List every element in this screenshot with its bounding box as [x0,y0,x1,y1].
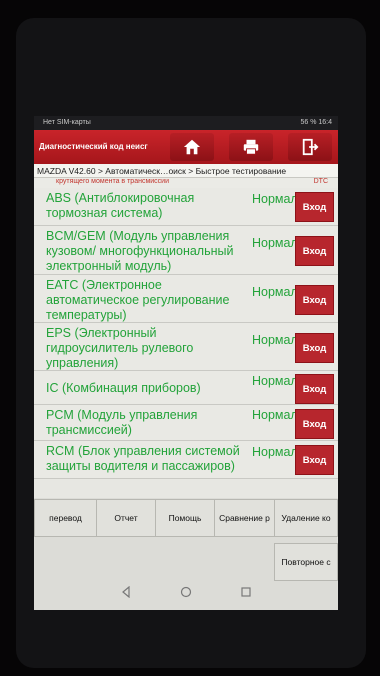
module-name: EPS (Электронный гидроусилитель рулевого… [46,326,194,370]
home-icon [183,139,201,155]
module-name: BCM/GEM (Модуль управления кузовом/ мног… [46,229,234,273]
subheader-text: крутящего момента в трансмиссии [56,178,169,185]
exit-icon [302,138,319,156]
module-status: Нормально [252,192,319,206]
list-item: RCM (Блок управления системой защиты вод… [34,441,338,479]
module-name: EATC (Электронное автоматическое регулир… [46,278,230,322]
status-bar: Нет SIM-карты 56 % 16:4 [34,116,338,130]
list-item: BCM/GEM (Модуль управления кузовом/ мног… [34,226,338,275]
enter-button[interactable]: Вход [295,285,334,315]
module-status: Нормально [252,333,319,347]
home-button[interactable] [170,133,214,161]
exit-button[interactable] [288,133,332,161]
page-title: Диагностический код неисг [39,142,148,151]
module-name: PCM (Модуль управления трансмиссией) [46,408,198,437]
retest-button[interactable]: Повторное с [274,543,338,581]
module-status: Нормально [252,236,319,250]
carrier-text: Нет SIM-карты [43,119,91,126]
app-screen: Нет SIM-карты 56 % 16:4 Диагностический … [34,116,338,610]
module-name: IC (Комбинация приборов) [46,381,201,395]
battery-clock: 56 % 16:4 [300,119,332,126]
module-status: Нормально [252,445,319,459]
list-item: ABS (Антиблокировочная тормозная система… [34,188,338,226]
module-name: RCM (Блок управления системой защиты вод… [46,444,240,473]
enter-button[interactable]: Вход [295,333,334,363]
enter-button[interactable]: Вход [295,374,334,404]
clear-codes-button[interactable]: Удаление ко [274,499,338,537]
toolbar: Диагностический код неисг [34,130,338,164]
enter-button[interactable]: Вход [295,236,334,266]
module-status: Нормально [252,285,319,299]
list-item: IC (Комбинация приборов) Нормально Вход [34,371,338,405]
breadcrumb: MAZDA V42.60 > Автоматическ…оиск > Быстр… [34,164,338,178]
list-item: EPS (Электронный гидроусилитель рулевого… [34,323,338,371]
help-button[interactable]: Помощь [155,499,215,537]
module-status: Нормально [252,408,319,422]
print-icon [243,139,259,155]
list-item: EATC (Электронное автоматическое регулир… [34,275,338,323]
compare-button[interactable]: Сравнение р [214,499,275,537]
module-name: ABS (Антиблокировочная тормозная система… [46,191,195,220]
report-button[interactable]: Отчет [96,499,156,537]
list-subheader: крутящего момента в трансмиссии DTC [34,178,338,188]
back-icon[interactable] [120,586,132,598]
recents-icon[interactable] [240,586,252,598]
enter-button[interactable]: Вход [295,445,334,475]
print-button[interactable] [229,133,273,161]
translate-button[interactable]: перевод [34,499,97,537]
home-circle-icon[interactable] [180,586,192,598]
system-nav-bar [34,580,338,604]
enter-button[interactable]: Вход [295,192,334,222]
dtc-column-label: DTC [313,178,328,185]
list-item: PCM (Модуль управления трансмиссией) Нор… [34,405,338,441]
enter-button[interactable]: Вход [295,409,334,439]
module-status: Нормально [252,374,319,388]
